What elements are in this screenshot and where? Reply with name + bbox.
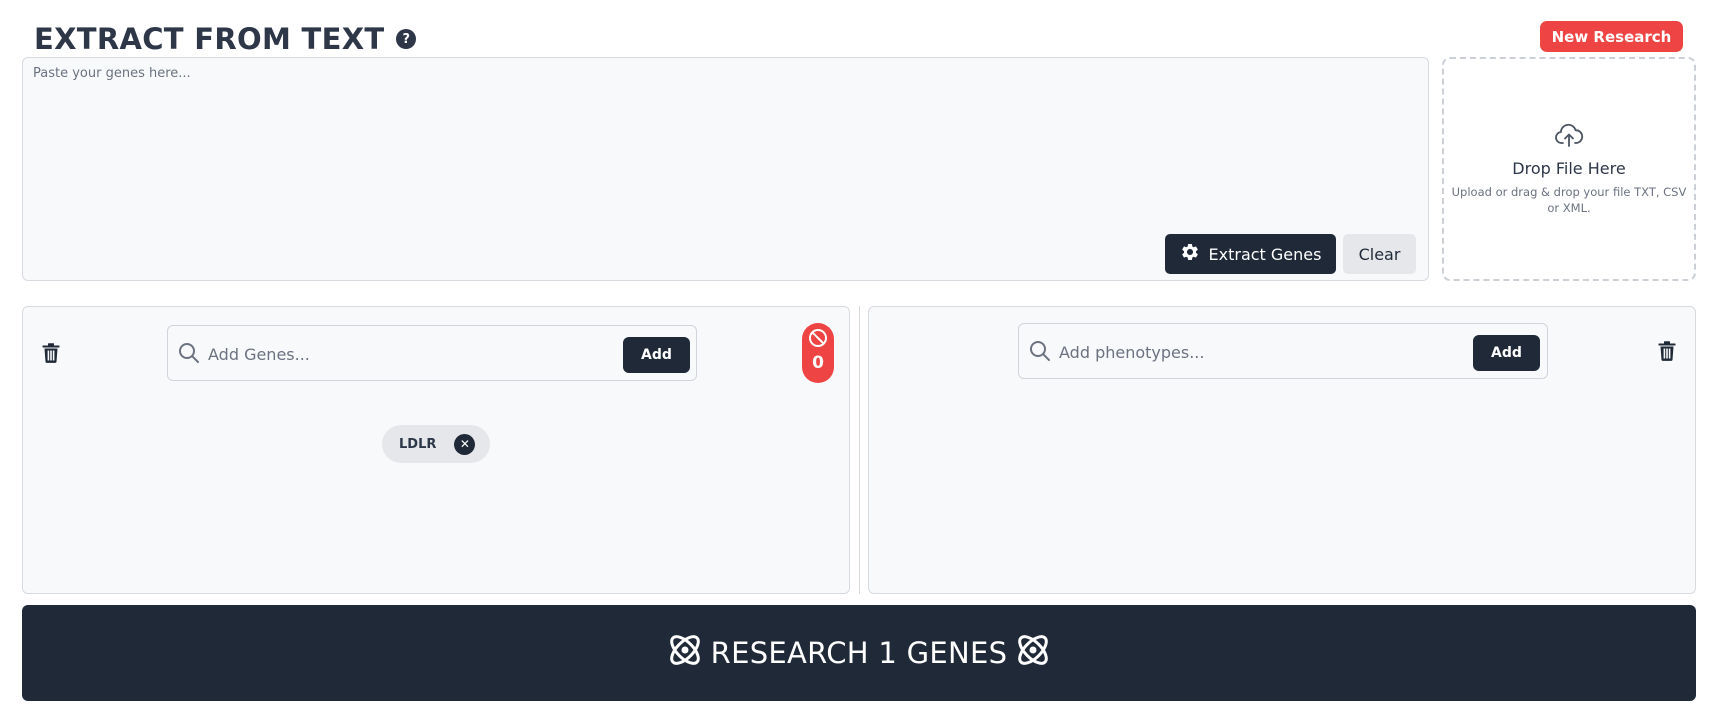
trash-icon[interactable]	[40, 342, 62, 364]
gene-chip-label: LDLR	[399, 436, 437, 452]
drop-zone-subtitle: Upload or drag & drop your file TXT, CSV…	[1451, 184, 1687, 215]
cloud-upload-icon	[1554, 123, 1584, 153]
gene-text-input[interactable]	[33, 66, 1418, 206]
panel-divider	[859, 306, 860, 594]
close-icon[interactable]: ✕	[454, 433, 476, 455]
phenotype-search-input[interactable]	[1059, 336, 1469, 368]
atom-icon	[1013, 630, 1053, 677]
research-genes-label: RESEARCH 1 GENES	[710, 636, 1008, 670]
new-research-button[interactable]: New Research	[1540, 21, 1683, 52]
gene-search-box: Add	[167, 325, 697, 381]
gene-search-input[interactable]	[208, 338, 618, 370]
gene-chip: LDLR ✕	[382, 425, 490, 463]
page-title: EXTRACT FROM TEXT ?	[34, 20, 417, 58]
blocked-count: 0	[812, 353, 824, 373]
page-title-text: EXTRACT FROM TEXT	[34, 22, 385, 56]
ban-icon	[808, 328, 828, 352]
research-genes-button[interactable]: RESEARCH 1 GENES	[22, 605, 1696, 701]
search-icon	[178, 342, 200, 368]
extract-genes-button[interactable]: Extract Genes	[1165, 234, 1336, 274]
drop-zone-title: Drop File Here	[1512, 158, 1626, 178]
atom-icon	[665, 630, 705, 677]
trash-icon[interactable]	[1656, 340, 1678, 362]
gene-text-area-container: Extract Genes Clear	[22, 57, 1429, 281]
search-icon	[1029, 340, 1051, 366]
blocked-genes-badge[interactable]: 0	[802, 323, 834, 383]
file-drop-zone[interactable]: Drop File Here Upload or drag & drop you…	[1442, 57, 1696, 281]
phenotype-search-box: Add	[1018, 323, 1548, 379]
gear-icon	[1180, 242, 1200, 266]
genes-panel: Add 0 LDLR ✕	[22, 306, 850, 594]
clear-button[interactable]: Clear	[1343, 234, 1416, 274]
phenotypes-panel: Add	[868, 306, 1696, 594]
add-gene-button[interactable]: Add	[623, 337, 690, 373]
extract-genes-label: Extract Genes	[1208, 244, 1322, 264]
add-phenotype-button[interactable]: Add	[1473, 335, 1540, 371]
question-circle-icon[interactable]: ?	[396, 29, 417, 49]
